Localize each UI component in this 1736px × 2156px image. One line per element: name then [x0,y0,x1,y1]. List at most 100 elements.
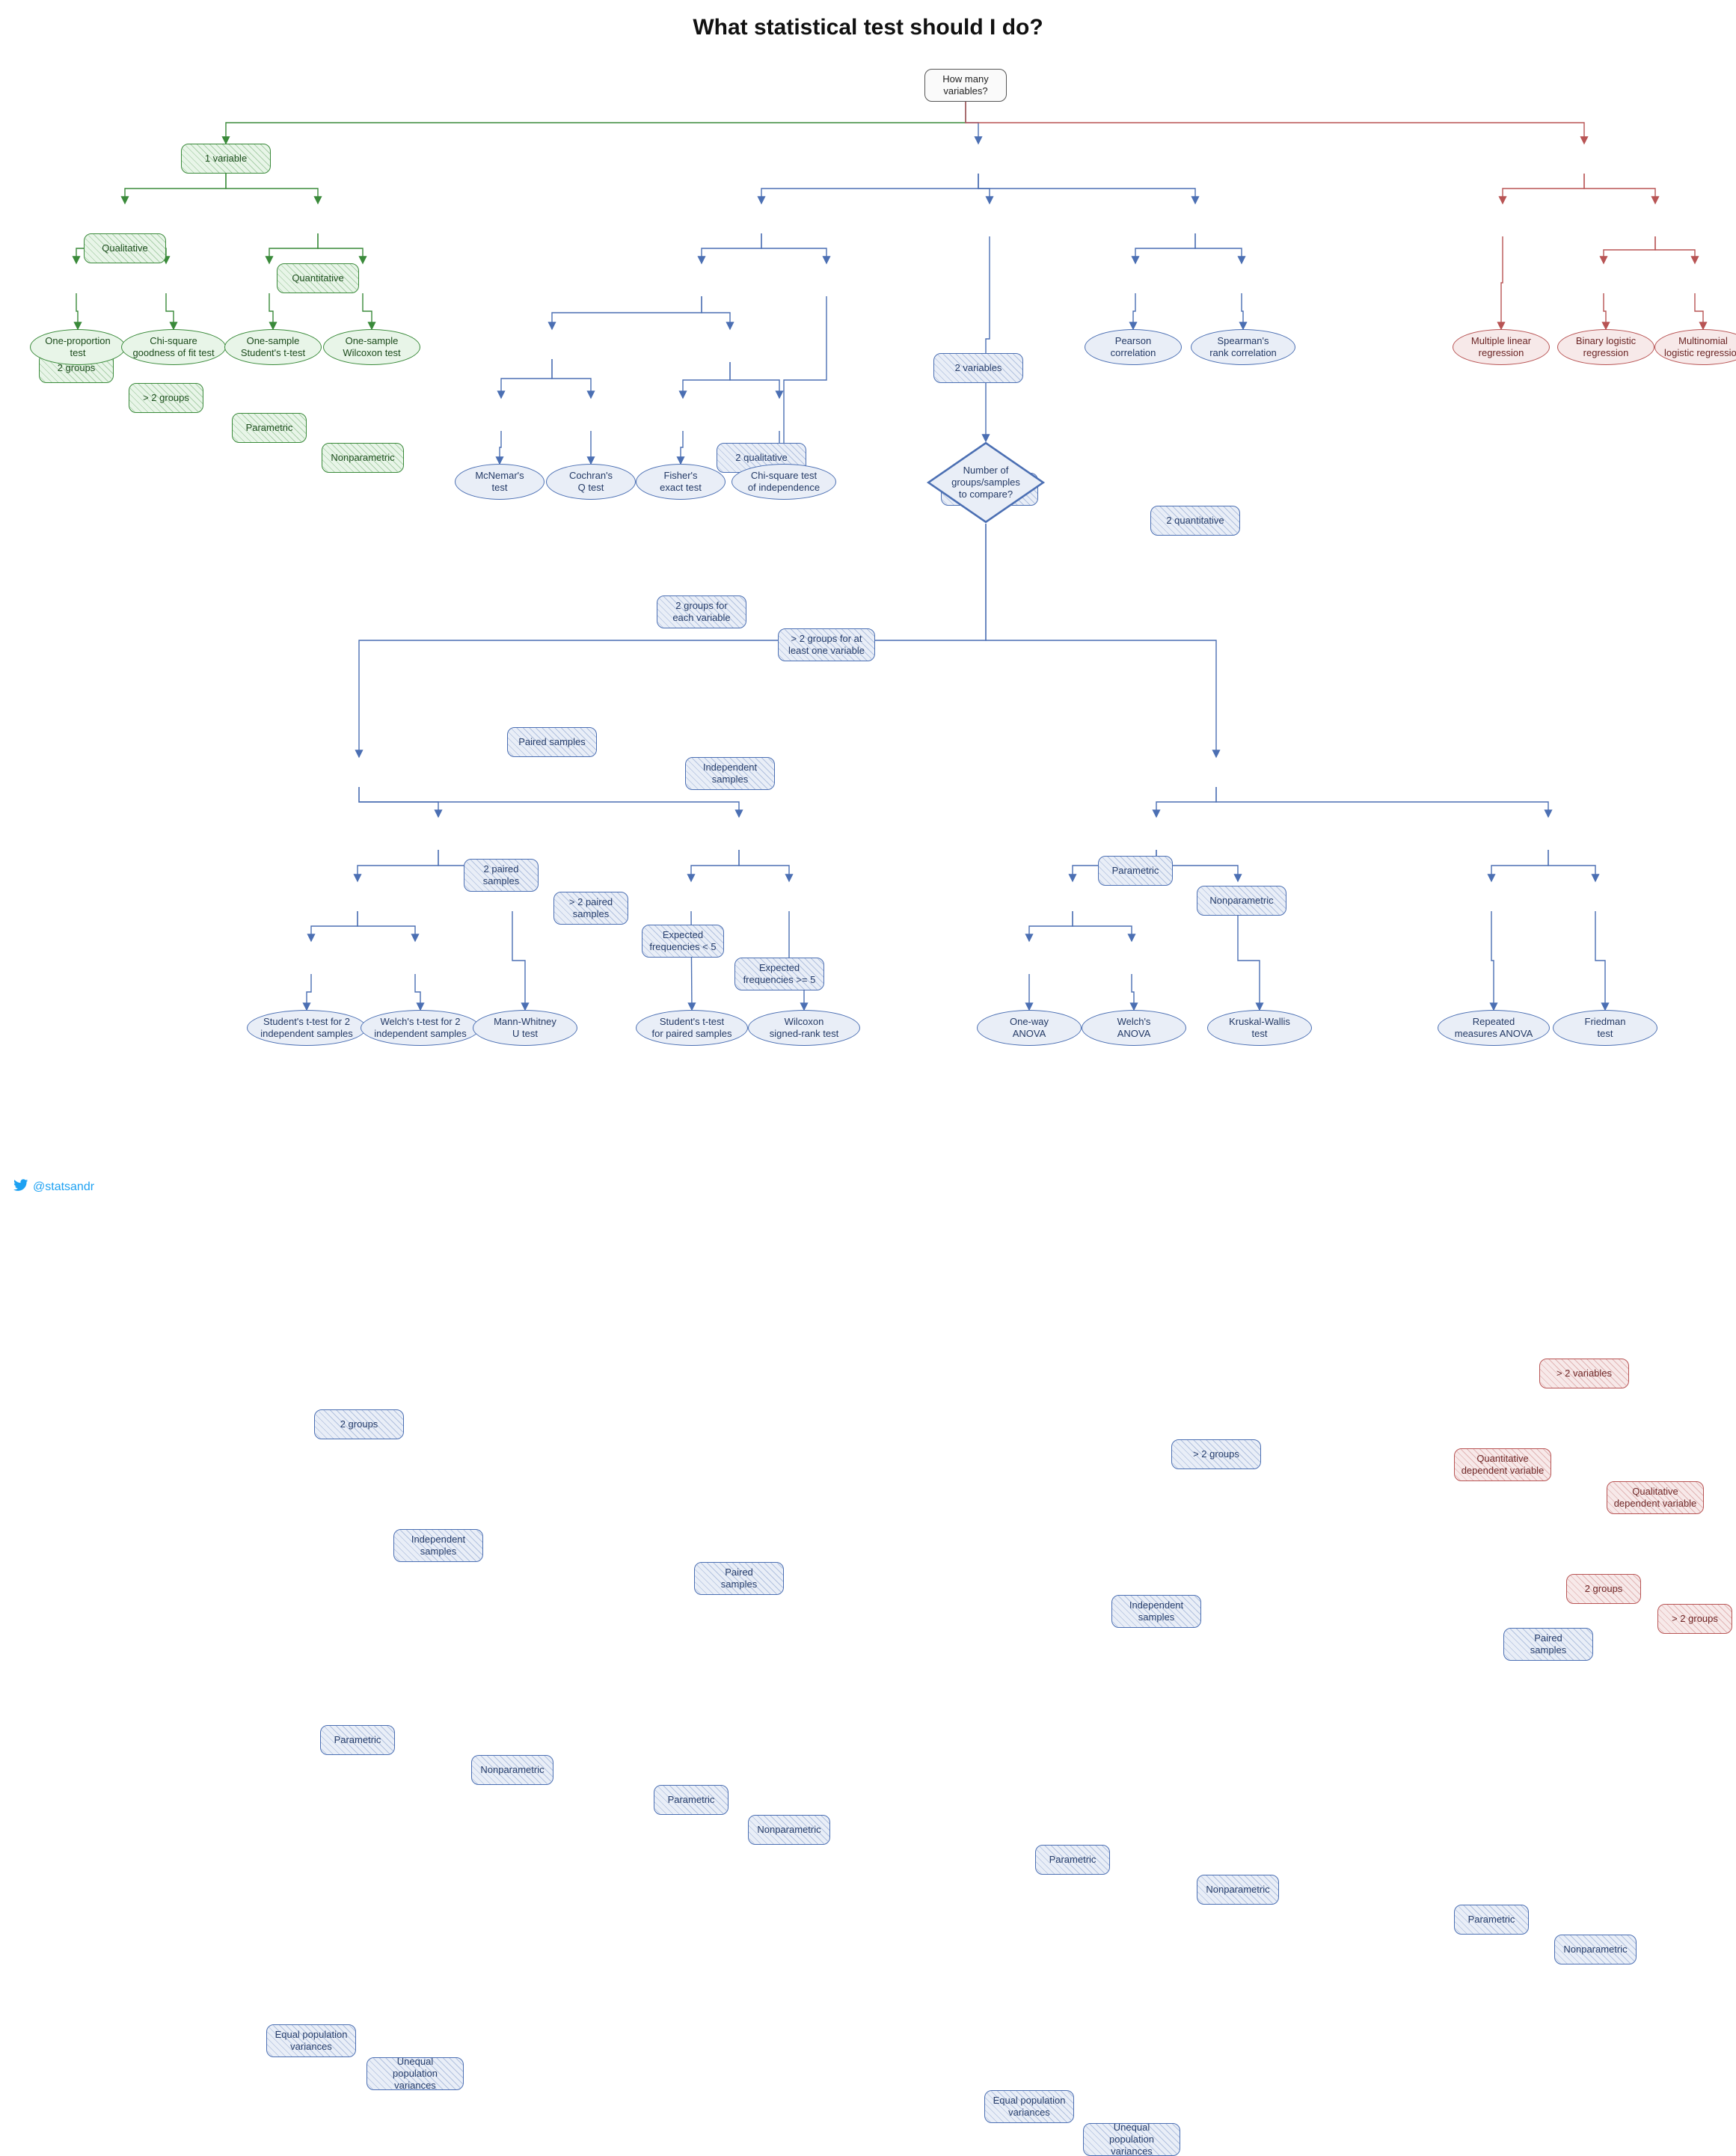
node-bb_friedman: Friedman test [1553,1010,1657,1046]
node-g_param: Parametric [232,413,307,443]
node-label: McNemar's test [475,470,524,494]
node-bb_welch2: Welch's t-test for 2 independent samples [361,1010,480,1046]
node-b_2quant: 2 quantitative [1150,506,1240,536]
node-bb_eqvar1: Equal population variances [266,2024,356,2057]
node-b_efLt5: Expected frequencies < 5 [642,925,724,958]
node-b_mcnemar: McNemar's test [455,464,545,500]
node-bb_np1: Nonparametric [471,1755,553,1785]
node-bb_wilcoxp: Wilcoxon signed-rank test [748,1010,860,1046]
node-label: Paired samples [721,1567,757,1591]
page-title: What statistical test should I do? [0,15,1736,40]
node-bb_par4: Parametric [1454,1905,1529,1935]
node-bb_np2: Nonparametric [748,1815,830,1845]
node-label: Parametric [1112,865,1159,877]
node-label: One-sample Student's t-test [241,335,305,360]
node-b_gt2gany: > 2 groups for at least one variable [778,628,875,661]
node-label: How many variables? [942,73,988,98]
node-label: > 2 variables [1556,1368,1612,1379]
node-label: Friedman test [1585,1016,1626,1041]
node-label: 2 paired samples [483,863,519,888]
node-label: Welch's ANOVA [1117,1016,1151,1041]
node-bb_kruskal: Kruskal-Wallis test [1207,1010,1312,1046]
node-bb_uneqvar1: Unequal population variances [366,2057,464,2090]
node-r_mlr: Multiple linear regression [1453,329,1550,365]
node-g_chiGoF: Chi-square goodness of fit test [121,329,226,365]
node-label: One-sample Wilcoxon test [343,335,400,360]
node-label: 1 variable [205,153,247,165]
node-label: Kruskal-Wallis test [1229,1016,1290,1041]
node-label: Multinomial logistic regression [1664,335,1736,360]
node-label: Spearman's rank correlation [1209,335,1277,360]
node-b_paired: Paired samples [507,727,597,757]
node-label: > 2 groups [1672,1613,1718,1625]
node-b_2paired: 2 paired samples [464,859,539,892]
node-b_gt2paired: > 2 paired samples [553,892,628,925]
node-bb_ind2: Independent samples [393,1529,483,1562]
node-label: Unequal population variances [373,2057,457,2090]
node-b_chiInd: Chi-square test of independence [731,464,836,500]
node-label: Repeated measures ANOVA [1455,1016,1533,1041]
node-root: How many variables? [924,69,1007,102]
node-label: Paired samples [1530,1632,1566,1657]
node-label: Nonparametric [757,1824,821,1836]
node-label: Parametric [668,1794,715,1806]
node-r_quantdep: Quantitative dependent variable [1454,1448,1551,1481]
node-label: > 2 groups [1193,1448,1239,1460]
node-bb_ind3: Independent samples [1111,1595,1201,1628]
node-label: Qualitative [102,242,147,254]
node-g_gt2g: > 2 groups [129,383,203,413]
node-label: Equal population variances [993,2095,1066,2119]
node-bb_repanova: Repeated measures ANOVA [1438,1010,1550,1046]
node-b_diamond: Number of groups/samples to compare? [926,441,1046,524]
node-bb_pair3: Paired samples [1503,1628,1593,1661]
node-b_efGe5: Expected frequencies >= 5 [734,958,824,990]
node-label: Quantitative [292,272,343,284]
node-bb_uneqvar3: Unequal population variances [1083,2123,1180,2156]
node-b_fisher: Fisher's exact test [636,464,726,500]
node-label: Nonparametric [1563,1944,1627,1956]
node-label: Binary logistic regression [1576,335,1636,360]
node-label: Multiple linear regression [1471,335,1531,360]
node-label: Quantitative dependent variable [1462,1453,1545,1477]
node-label: Nonparametric [331,452,394,464]
node-bb_ttp: Student's t-test for paired samples [636,1010,748,1046]
node-b_cochran: Cochran's Q test [546,464,636,500]
node-b_nonparam2q: Nonparametric [1197,886,1286,916]
node-bb_mann: Mann-Whitney U test [473,1010,577,1046]
flowchart-canvas: What statistical test should I do? How m… [0,0,1736,1205]
node-label: > 2 groups for at least one variable [788,633,865,658]
node-label: Nonparametric [480,1764,544,1776]
node-bb_par3: Parametric [1035,1845,1110,1875]
node-g_quant: Quantitative [277,263,359,293]
node-label: Expected frequencies >= 5 [743,962,816,987]
node-label: Parametric [1049,1854,1096,1866]
node-label: Nonparametric [1206,1884,1269,1896]
node-label: Nonparametric [1209,895,1273,907]
node-label: Paired samples [518,736,586,748]
node-r_gt2var: > 2 variables [1539,1359,1629,1388]
node-bb_np3: Nonparametric [1197,1875,1279,1905]
node-label: Chi-square test of independence [748,470,820,494]
node-bb_np4: Nonparametric [1554,1935,1637,1964]
node-label: Wilcoxon signed-rank test [770,1016,839,1041]
footer-handle: @statsandr [33,1180,94,1194]
node-label: > 2 groups [143,392,189,404]
node-label: Independent samples [1129,1599,1183,1624]
node-b_spearman: Spearman's rank correlation [1191,329,1295,365]
node-label: Mann-Whitney U test [494,1016,556,1041]
node-label: Student's t-test for paired samples [652,1016,732,1041]
node-label: > 2 paired samples [569,896,613,921]
node-layer: How many variables? 1 variable Qualitative… [0,0,1736,1371]
node-b_pearson: Pearson correlation [1085,329,1182,365]
node-b_indep: Independent samples [685,757,775,790]
node-g1var: 1 variable [181,144,271,174]
node-label: One-way ANOVA [1010,1016,1049,1041]
node-label: Pearson correlation [1111,335,1156,360]
node-label: Chi-square goodness of fit test [132,335,214,360]
node-label: Number of groups/samples to compare? [951,465,1020,501]
node-b2var: 2 variables [933,353,1023,383]
node-b_param2q: Parametric [1098,856,1173,886]
node-g_oneSampT: One-sample Student's t-test [224,329,322,365]
node-label: 2 quantitative [1166,515,1224,527]
node-bb_par2: Parametric [654,1785,729,1815]
